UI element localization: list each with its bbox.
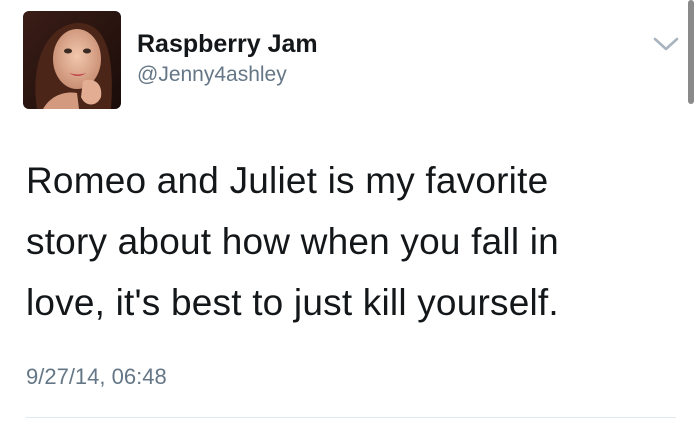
tweet-text-line: Romeo and Juliet is my favorite [26,160,549,201]
chevron-down-icon[interactable] [652,34,680,54]
tweet-text-line: story about how when you fall in [26,221,559,262]
tweet-text: Romeo and Juliet is my favorite story ab… [26,150,676,333]
scrollbar[interactable] [688,0,694,104]
avatar[interactable] [23,11,121,109]
divider [26,417,676,418]
timestamp[interactable]: 9/27/14, 06:48 [26,363,167,391]
tweet-text-line: love, it's best to just kill yourself. [26,282,559,323]
tweet: Raspberry Jam @Jenny4ashley Romeo and Ju… [0,0,700,425]
display-name[interactable]: Raspberry Jam [137,29,318,59]
user-handle[interactable]: @Jenny4ashley [137,62,287,88]
